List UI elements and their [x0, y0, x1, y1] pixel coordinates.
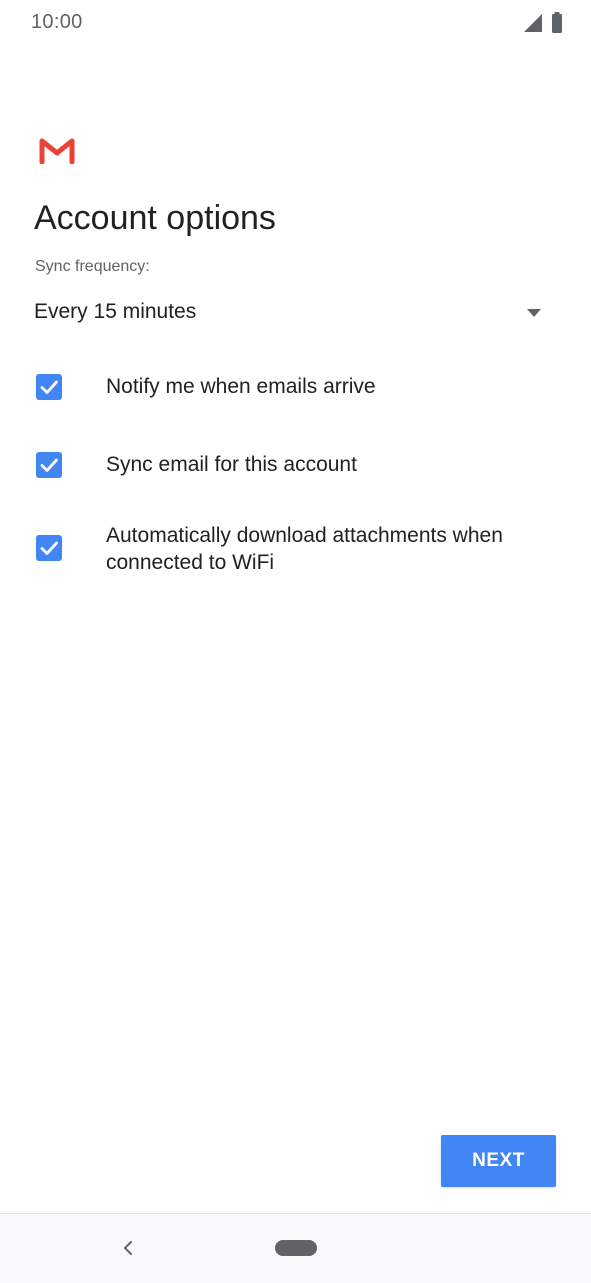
option-notify-emails[interactable]: Notify me when emails arrive — [34, 371, 554, 403]
checkmark-icon — [40, 458, 58, 472]
back-icon[interactable] — [116, 1236, 140, 1260]
dropdown-arrow-icon — [527, 309, 541, 317]
sync-frequency-label: Sync frequency: — [35, 258, 150, 275]
home-pill[interactable] — [275, 1240, 317, 1256]
auto-download-label: Automatically download attachments when … — [106, 524, 503, 574]
auto-download-checkbox[interactable] — [36, 535, 62, 561]
sync-email-label: Sync email for this account — [106, 453, 357, 476]
checkmark-icon — [40, 380, 58, 394]
navigation-bar — [0, 1213, 591, 1283]
status-time: 10:00 — [31, 11, 83, 33]
sync-email-checkbox[interactable] — [36, 452, 62, 478]
gmail-logo — [38, 136, 76, 165]
sync-frequency-value: Every 15 minutes — [34, 300, 197, 323]
option-sync-email[interactable]: Sync email for this account — [34, 449, 554, 481]
notify-emails-checkbox[interactable] — [36, 374, 62, 400]
option-auto-download[interactable]: Automatically download attachments when … — [34, 520, 554, 578]
signal-icon — [524, 14, 542, 32]
status-bar: 10:00 — [0, 0, 591, 46]
next-button[interactable]: NEXT — [441, 1135, 556, 1187]
page-title: Account options — [34, 199, 276, 237]
checkmark-icon — [40, 541, 58, 555]
status-icons — [523, 12, 565, 34]
sync-frequency-dropdown[interactable]: Every 15 minutes — [34, 294, 550, 334]
battery-icon — [552, 12, 562, 33]
notify-emails-label: Notify me when emails arrive — [106, 375, 376, 398]
